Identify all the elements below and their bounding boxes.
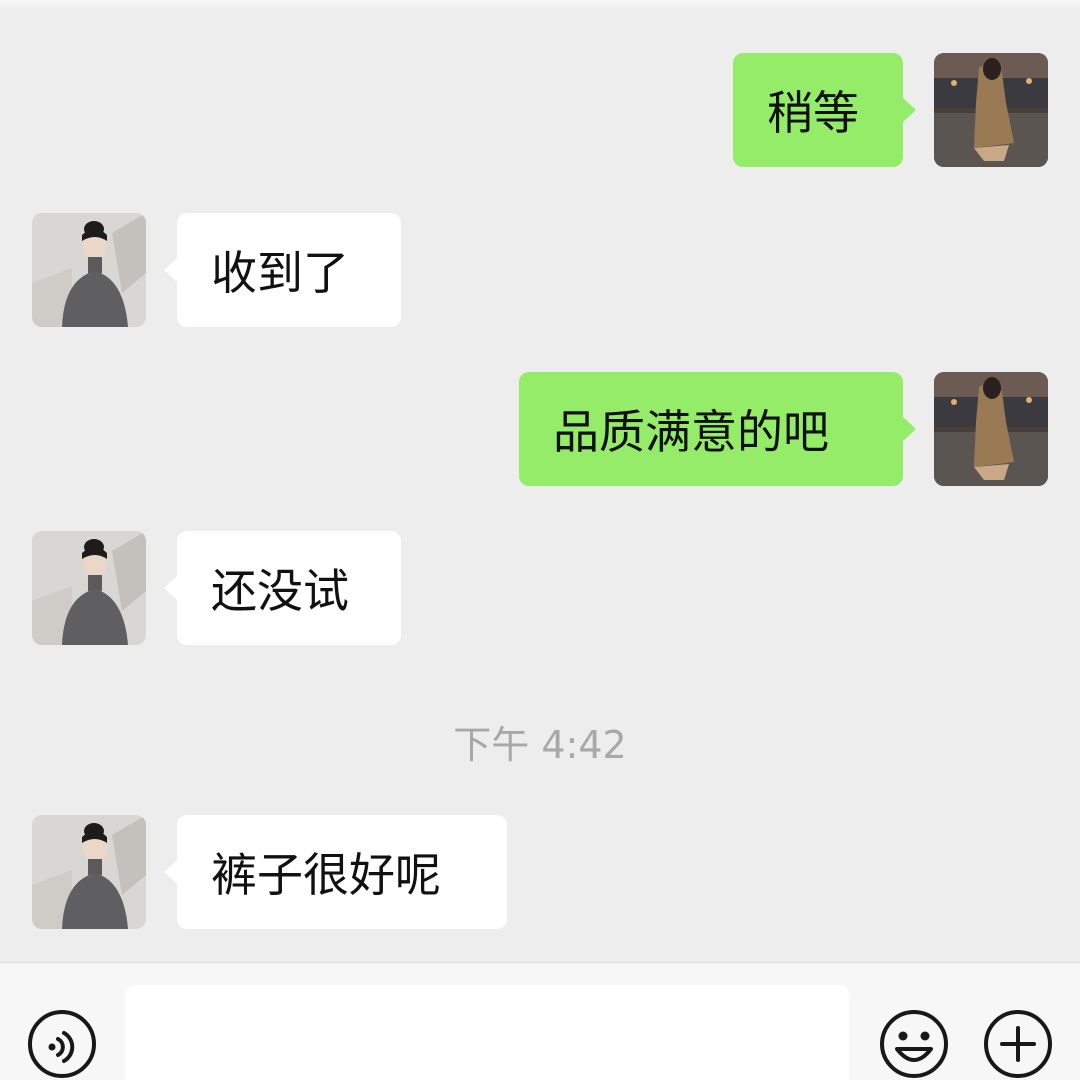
contact-avatar-image: [32, 531, 146, 645]
message-bubble-received[interactable]: 还没试: [164, 531, 401, 645]
message-bubble-received[interactable]: 收到了: [164, 213, 401, 327]
top-edge: [0, 0, 1080, 10]
message-bubble-sent[interactable]: 品质满意的吧: [519, 372, 916, 486]
message-text: 稍等: [767, 86, 859, 140]
message-bubble-received[interactable]: 裤子很好呢: [164, 815, 507, 929]
my-avatar-image: [934, 372, 1048, 486]
contact-avatar[interactable]: [32, 531, 146, 645]
message-text: 品质满意的吧: [553, 405, 829, 459]
contact-avatar[interactable]: [32, 213, 146, 327]
plus-icon[interactable]: [983, 1009, 1053, 1079]
contact-avatar-image: [32, 815, 146, 929]
chat-screen: 稍等 收到了 品质满意的吧 还没试 下午 4:42 裤子很好呢: [0, 0, 1080, 1080]
my-avatar-image: [934, 53, 1048, 167]
message-input[interactable]: [125, 985, 849, 1080]
message-bubble-sent[interactable]: 稍等: [733, 53, 916, 167]
my-avatar[interactable]: [934, 372, 1048, 486]
emoji-icon[interactable]: [879, 1009, 949, 1079]
my-avatar[interactable]: [934, 53, 1048, 167]
message-text: 收到了: [211, 246, 349, 300]
message-text: 裤子很好呢: [211, 848, 441, 902]
message-timestamp: 下午 4:42: [453, 723, 627, 767]
message-text: 还没试: [211, 564, 349, 618]
contact-avatar-image: [32, 213, 146, 327]
voice-icon[interactable]: [27, 1009, 97, 1079]
contact-avatar[interactable]: [32, 815, 146, 929]
chat-input-bar: [0, 962, 1080, 1080]
